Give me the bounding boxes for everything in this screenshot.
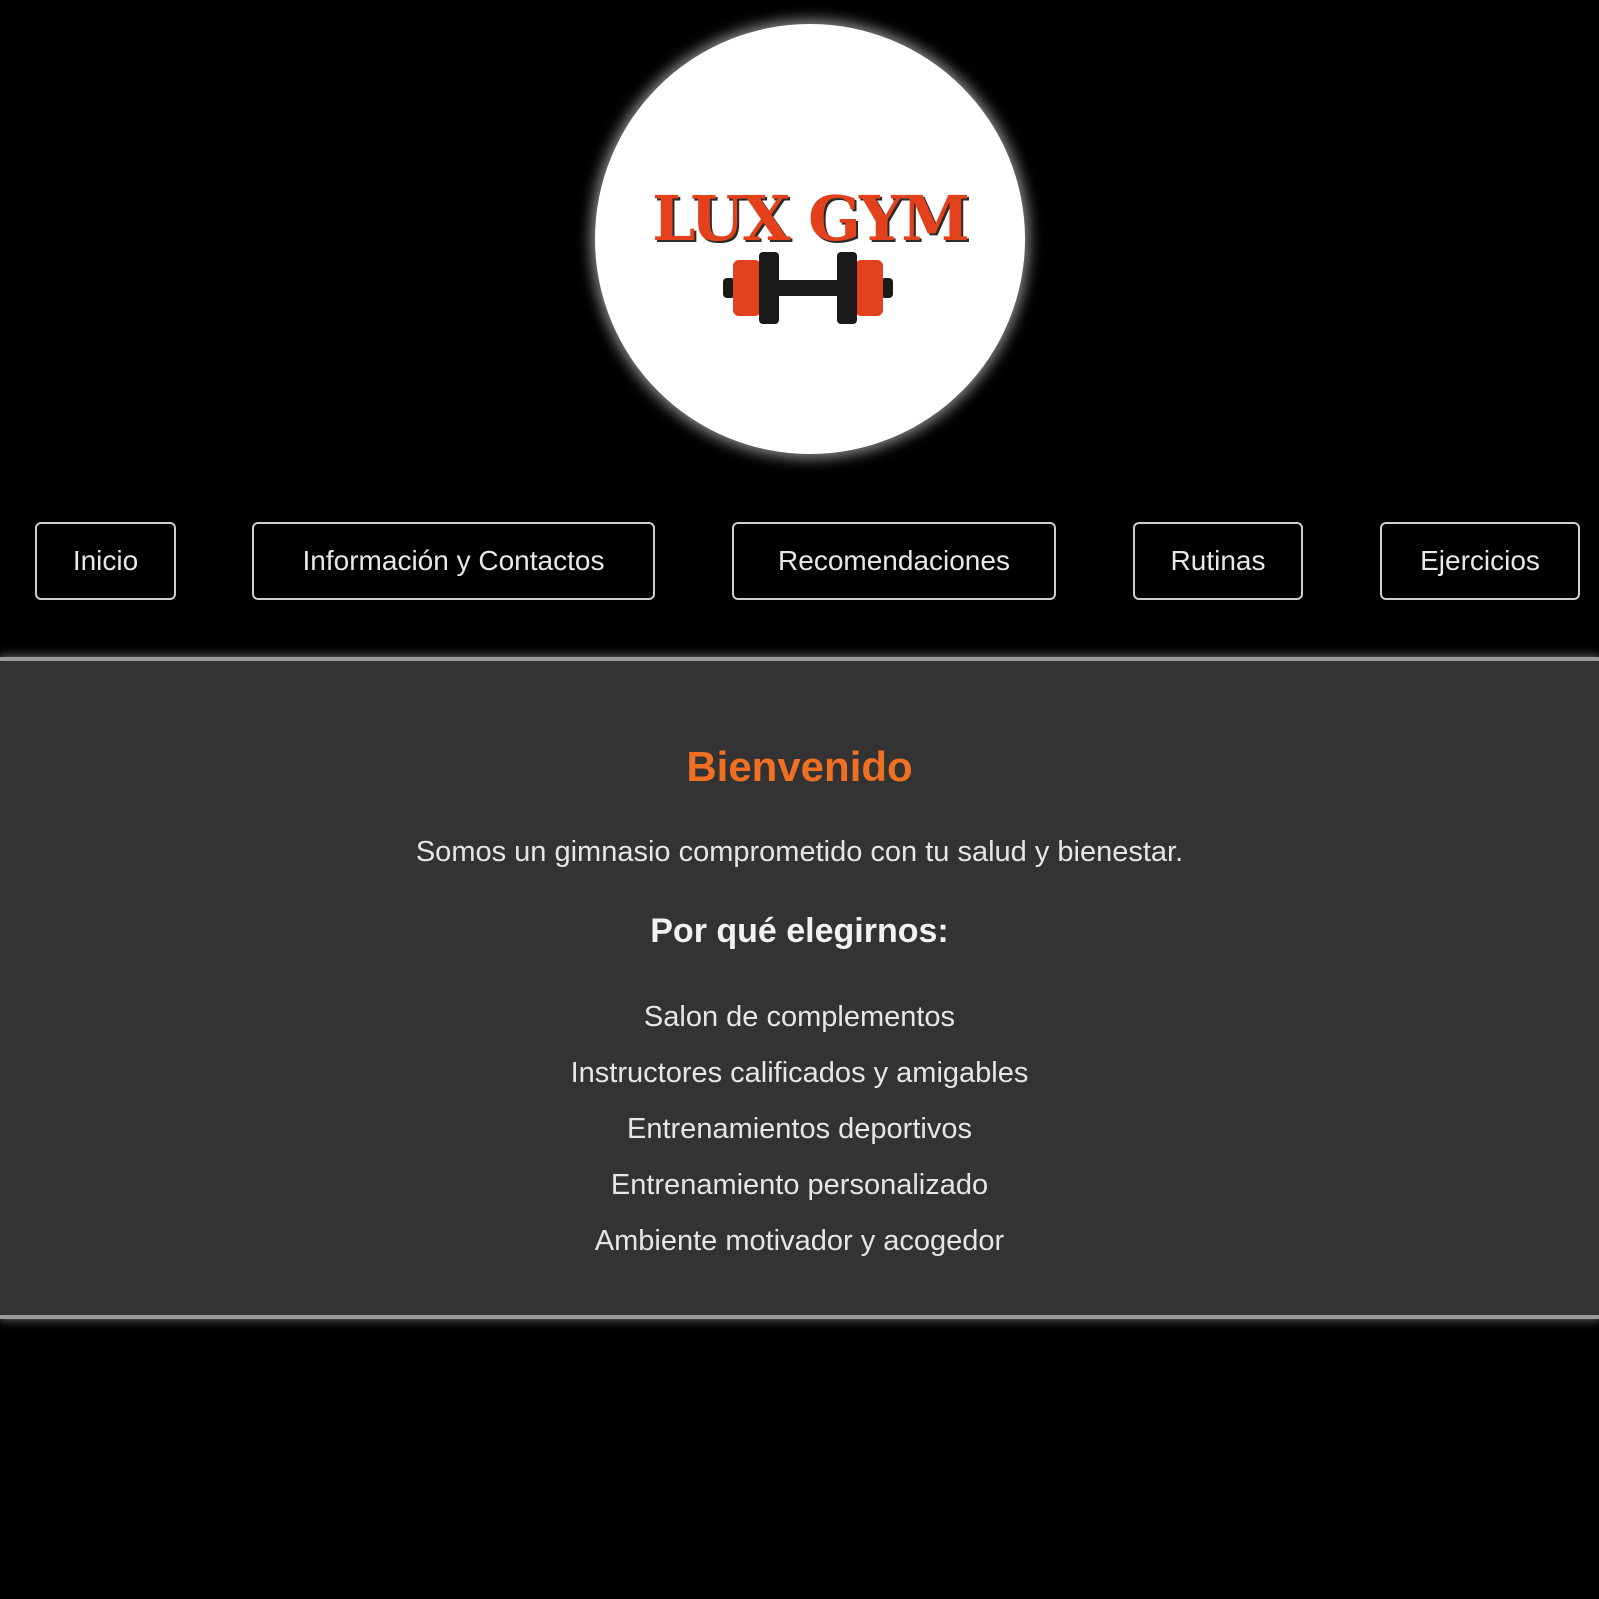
logo-text: LUX GYM — [652, 182, 970, 255]
list-item: Entrenamiento personalizado — [610, 1169, 989, 1201]
reasons-list: Salon de complementos Instructores calif… — [0, 989, 1599, 1269]
why-choose-us-heading: Por qué elegirnos: — [650, 912, 949, 950]
nav-ejercicios-button[interactable]: Ejercicios — [1380, 522, 1580, 600]
main-nav: Inicio Información y Contactos Recomenda… — [0, 522, 1599, 604]
list-item: Instructores calificados y amigables — [570, 1057, 1029, 1089]
welcome-section: Bienvenido Somos un gimnasio comprometid… — [0, 657, 1599, 1319]
list-item: Entrenamientos deportivos — [627, 1113, 972, 1145]
welcome-title: Bienvenido — [686, 743, 913, 790]
intro-text: Somos un gimnasio comprometido con tu sa… — [415, 836, 1184, 868]
page: LUX GYM Inicio Información y Contactos R… — [0, 0, 1599, 1599]
logo[interactable]: LUX GYM — [595, 24, 1025, 454]
nav-recomendaciones-button[interactable]: Recomendaciones — [732, 522, 1056, 600]
nav-inicio-button[interactable]: Inicio — [35, 522, 176, 600]
nav-rutinas-button[interactable]: Rutinas — [1133, 522, 1303, 600]
list-item: Ambiente motivador y acogedor — [594, 1225, 1005, 1257]
dumbbell-icon — [723, 252, 893, 324]
list-item: Salon de complementos — [643, 1001, 956, 1033]
nav-informacion-contactos-button[interactable]: Información y Contactos — [252, 522, 655, 600]
